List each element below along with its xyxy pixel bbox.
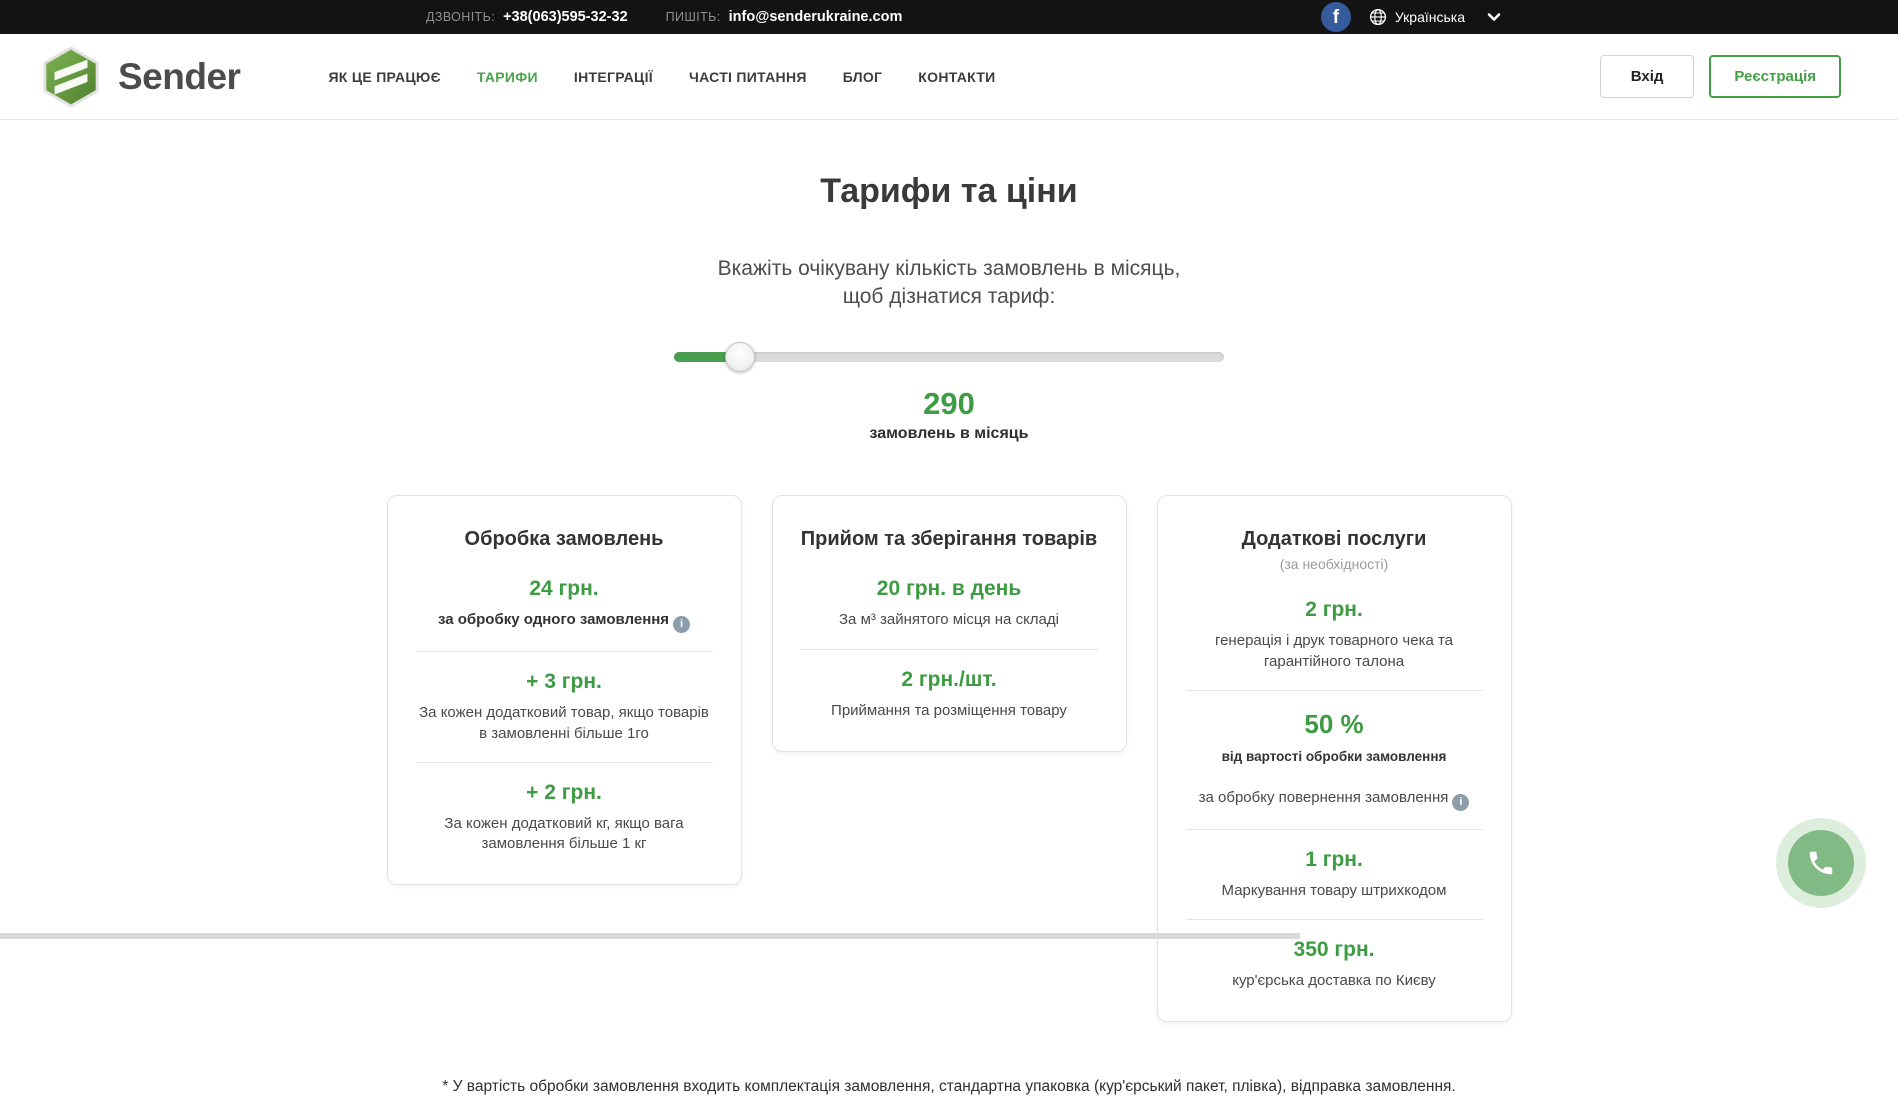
divider xyxy=(1186,829,1483,830)
price-value: 1 грн. xyxy=(1184,848,1485,872)
price-desc: Маркування товару штрихкодом xyxy=(1184,881,1485,901)
price-value: 20 грн. в день xyxy=(799,577,1100,601)
price-desc: за обробку одного замовлення xyxy=(414,610,715,633)
orders-count-label: замовлень в місяць xyxy=(0,425,1898,443)
orders-count-value: 290 xyxy=(0,386,1898,422)
language-label: Українська xyxy=(1395,9,1465,25)
price-desc: Приймання та розміщення товару xyxy=(799,701,1100,721)
phone-contact: ДЗВОНІТЬ: +38(063)595-32-32 xyxy=(426,9,628,25)
divider xyxy=(416,762,713,763)
pricing-card-additional-services: Додаткові послуги (за необхідності) 2 гр… xyxy=(1157,495,1512,1022)
pricing-cards: Обробка замовлень 24 грн. за обробку одн… xyxy=(0,495,1898,1022)
top-contact-bar: ДЗВОНІТЬ: +38(063)595-32-32 ПИШІТЬ: info… xyxy=(0,0,1898,34)
price-desc: За кожен додатковий кг, якщо вага замовл… xyxy=(414,814,715,855)
call-label: ДЗВОНІТЬ: xyxy=(426,10,495,24)
divider xyxy=(1186,690,1483,691)
slider-prompt-line2: щоб дізнатися тариф: xyxy=(0,283,1898,311)
slider-prompt-line1: Вкажіть очікувану кількість замовлень в … xyxy=(0,255,1898,283)
nav-item-tariffs[interactable]: ТАРИФИ xyxy=(477,69,538,85)
price-desc: кур'єрська доставка по Києву xyxy=(1184,971,1485,991)
nav-item-integrations[interactable]: ІНТЕГРАЦІЇ xyxy=(574,69,653,85)
price-desc-text: за обробку повернення замовлення xyxy=(1199,789,1449,806)
register-button[interactable]: Реєстрація xyxy=(1709,55,1841,98)
divider xyxy=(801,649,1098,650)
pricing-card-order-processing: Обробка замовлень 24 грн. за обробку одн… xyxy=(387,495,742,885)
contact-info: ДЗВОНІТЬ: +38(063)595-32-32 ПИШІТЬ: info… xyxy=(426,9,902,25)
pricing-card-storage: Прийом та зберігання товарів 20 грн. в д… xyxy=(772,495,1127,752)
divider xyxy=(1186,919,1483,920)
price-value: + 2 грн. xyxy=(414,781,715,805)
price-desc: За м³ зайнятого місця на складі xyxy=(799,610,1100,630)
page-title: Тарифи та ціни xyxy=(0,172,1898,211)
email-address[interactable]: info@senderukraine.com xyxy=(729,9,903,25)
language-selector[interactable]: Українська xyxy=(1369,8,1501,26)
pricing-footnote: * У вартість обробки замовлення входить … xyxy=(0,1078,1898,1096)
card-subtitle: (за необхідності) xyxy=(1184,556,1485,572)
info-icon[interactable] xyxy=(673,616,690,633)
brand-name: Sender xyxy=(118,56,240,98)
price-desc: за обробку повернення замовлення xyxy=(1184,788,1485,811)
info-icon[interactable] xyxy=(1452,794,1469,811)
price-value: + 3 грн. xyxy=(414,670,715,694)
facebook-icon[interactable] xyxy=(1321,2,1351,32)
price-desc-text: за обробку одного замовлення xyxy=(438,611,669,628)
nav-item-faq[interactable]: ЧАСТІ ПИТАННЯ xyxy=(689,69,807,85)
price-desc-bold: від вартості обробки замовлення xyxy=(1184,749,1485,764)
price-value: 2 грн./шт. xyxy=(799,668,1100,692)
price-value: 24 грн. xyxy=(414,577,715,601)
phone-number[interactable]: +38(063)595-32-32 xyxy=(503,9,628,25)
slider-prompt: Вкажіть очікувану кількість замовлень в … xyxy=(0,255,1898,310)
price-value: 50 % xyxy=(1184,709,1485,740)
next-section-edge xyxy=(0,933,1300,939)
sender-hexagon-icon xyxy=(40,46,102,108)
email-contact: ПИШІТЬ: info@senderukraine.com xyxy=(666,9,903,25)
orders-slider xyxy=(674,342,1224,372)
price-desc: генерація і друк товарного чека та гаран… xyxy=(1184,631,1485,672)
divider xyxy=(416,651,713,652)
login-button[interactable]: Вхід xyxy=(1600,55,1695,98)
price-desc: За кожен додатковий товар, якщо товарів … xyxy=(414,703,715,744)
slider-thumb[interactable] xyxy=(725,342,755,372)
chevron-down-icon xyxy=(1487,12,1501,22)
logo[interactable]: Sender xyxy=(40,46,240,108)
card-title: Обробка замовлень xyxy=(414,528,715,551)
site-header: Sender ЯК ЦЕ ПРАЦЮЄ ТАРИФИ ІНТЕГРАЦІЇ ЧА… xyxy=(0,34,1898,120)
globe-icon xyxy=(1369,8,1387,26)
card-title: Додаткові послуги xyxy=(1184,528,1485,551)
price-value: 2 грн. xyxy=(1184,598,1485,622)
nav-item-contacts[interactable]: КОНТАКТИ xyxy=(918,69,995,85)
main-nav: ЯК ЦЕ ПРАЦЮЄ ТАРИФИ ІНТЕГРАЦІЇ ЧАСТІ ПИТ… xyxy=(328,69,995,85)
price-value: 350 грн. xyxy=(1184,938,1485,962)
nav-item-blog[interactable]: БЛОГ xyxy=(843,69,883,85)
phone-icon xyxy=(1788,830,1854,896)
write-label: ПИШІТЬ: xyxy=(666,10,721,24)
nav-item-how-it-works[interactable]: ЯК ЦЕ ПРАЦЮЄ xyxy=(328,69,440,85)
slider-track[interactable] xyxy=(674,352,1224,362)
card-title: Прийом та зберігання товарів xyxy=(799,528,1100,551)
call-fab-button[interactable] xyxy=(1776,818,1866,908)
